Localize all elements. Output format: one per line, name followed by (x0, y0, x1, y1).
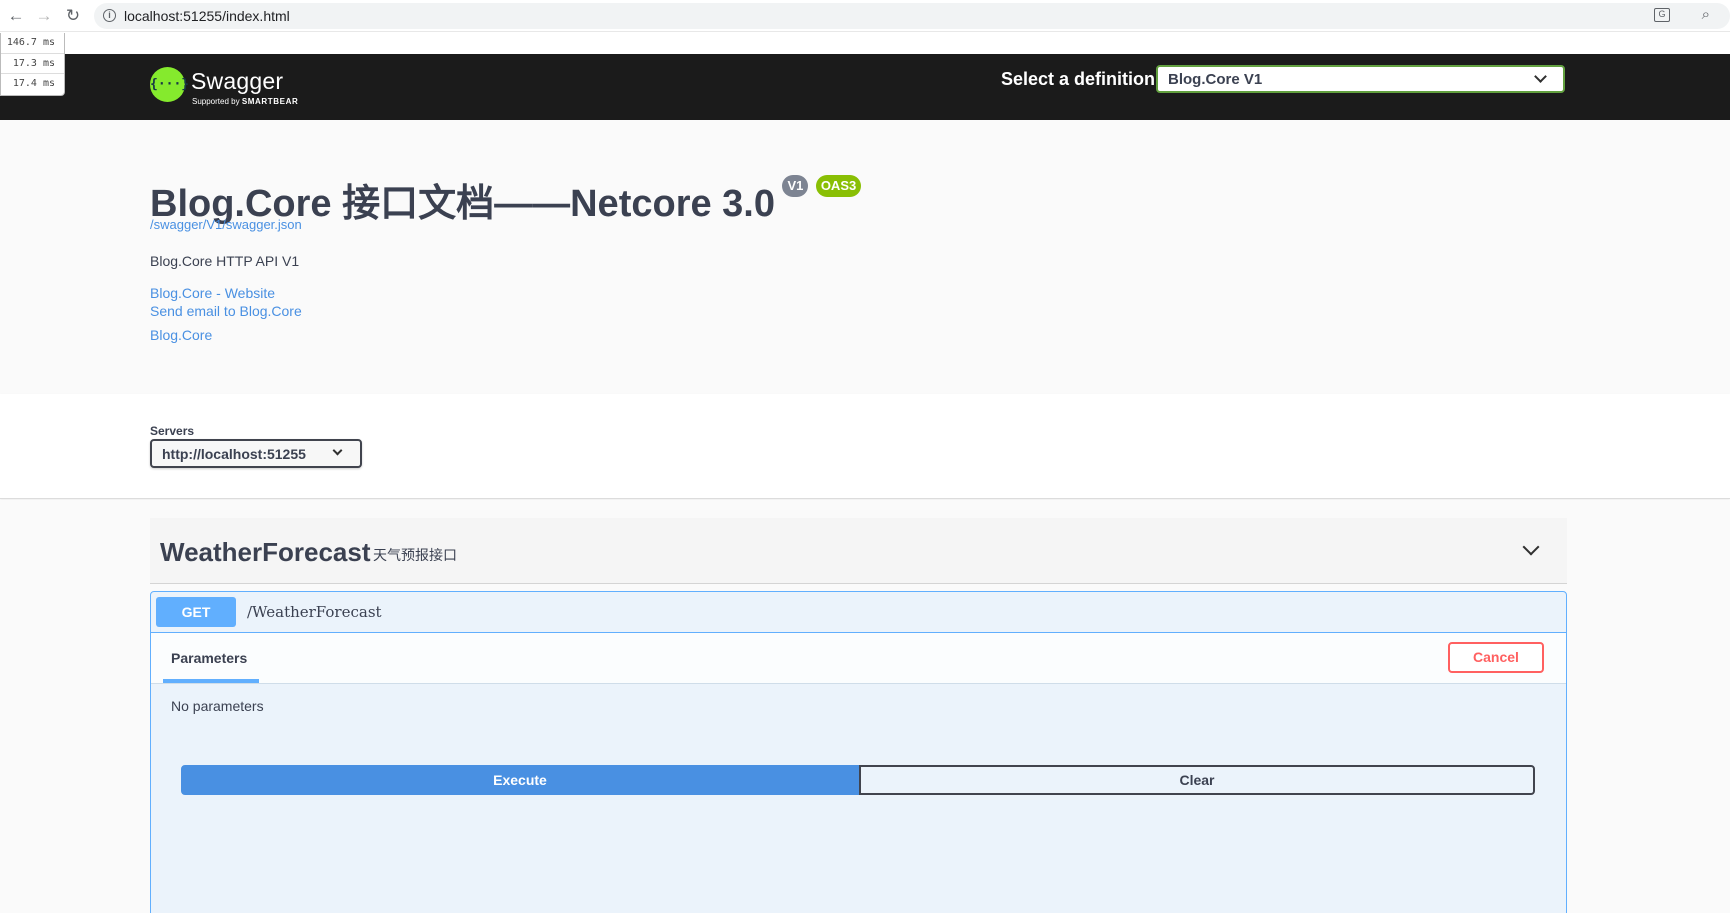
timing-value: 17.4 ms (12, 78, 55, 89)
logo-sub-prefix: Supported by (192, 97, 240, 106)
back-arrow-icon[interactable]: ← (5, 5, 27, 27)
servers-label: Servers (150, 424, 195, 438)
method-badge[interactable]: GET (156, 597, 236, 627)
definition-select-value: Blog.Core V1 (1168, 71, 1263, 88)
tab-parameters[interactable]: Parameters (163, 633, 259, 683)
site-info-icon[interactable]: i (103, 9, 116, 22)
forward-arrow-icon[interactable]: → (33, 5, 55, 27)
swagger-topbar: {···} Swagger Supported by SMARTBEAR Sel… (0, 54, 1730, 120)
timing-value: 17.3 ms (1, 54, 64, 74)
version-badge: V1 (782, 175, 809, 197)
spec-url-link[interactable]: /swagger/V1/swagger.json (150, 217, 302, 232)
zoom-icon[interactable]: ⌕ (1702, 6, 1710, 23)
tag-header[interactable]: WeatherForecast 天气预报接口 (150, 518, 1567, 584)
parameters-header: Parameters Cancel (151, 633, 1566, 684)
operation-path[interactable]: /WeatherForecast (247, 603, 382, 621)
operations-section: WeatherForecast 天气预报接口 GET /WeatherForec… (0, 500, 1730, 913)
servers-section: Servers http://localhost:51255 (0, 394, 1730, 499)
operation-block: GET /WeatherForecast Parameters Cancel N… (150, 591, 1567, 913)
email-link[interactable]: Send email to Blog.Core (150, 303, 302, 319)
definition-label: Select a definition (1001, 69, 1156, 89)
swagger-logo-text[interactable]: Swagger (191, 68, 283, 95)
url-text[interactable]: localhost:51255/index.html (124, 8, 290, 24)
tag-description: 天气预报接口 (373, 547, 457, 563)
website-link[interactable]: Blog.Core - Website (150, 285, 275, 301)
swagger-logo-icon[interactable]: {···} (150, 67, 189, 102)
definition-select[interactable]: Blog.Core V1 (1156, 65, 1565, 93)
api-info-section: Blog.Core 接口文档——Netcore 3.0 V1 OAS3 /swa… (0, 120, 1730, 394)
logo-sub-brand: SMARTBEAR (241, 97, 299, 106)
tab-parameters-label: Parameters (171, 650, 248, 666)
chevron-down-icon (1534, 70, 1547, 83)
license-link[interactable]: Blog.Core (150, 327, 212, 343)
operation-summary[interactable]: GET /WeatherForecast (151, 592, 1566, 633)
address-bar[interactable]: i localhost:51255/index.html G ⌕ (94, 3, 1730, 29)
timing-overlay: 146.7 ms 17.3 ms 17.4 ms (0, 33, 65, 96)
timing-value: 146.7 ms (1, 33, 64, 54)
cancel-button[interactable]: Cancel (1448, 642, 1544, 673)
api-description: Blog.Core HTTP API V1 (150, 253, 300, 269)
clear-button[interactable]: Clear (859, 765, 1535, 795)
no-parameters-text: No parameters (171, 698, 264, 714)
browser-toolbar: ← → ↻ i localhost:51255/index.html G ⌕ (0, 0, 1730, 32)
execute-button[interactable]: Execute (181, 765, 859, 795)
oas-badge: OAS3 (815, 175, 862, 197)
tag-name[interactable]: WeatherForecast (160, 537, 371, 568)
chevron-down-icon[interactable] (1522, 538, 1540, 556)
chevron-down-icon (332, 445, 343, 456)
server-select-value: http://localhost:51255 (162, 446, 306, 462)
swagger-logo-subtitle: Supported by SMARTBEAR (192, 97, 298, 106)
reload-icon[interactable]: ↻ (62, 5, 84, 27)
server-select[interactable]: http://localhost:51255 (150, 439, 362, 468)
translate-icon[interactable]: G (1654, 8, 1670, 22)
